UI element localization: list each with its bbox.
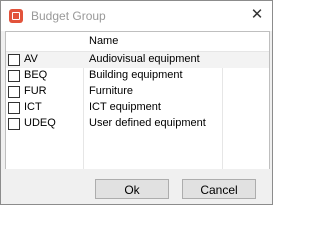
row-code: AV — [24, 53, 38, 65]
table-row[interactable]: FUR Furniture — [6, 84, 269, 100]
row-name: Audiovisual equipment — [89, 53, 200, 65]
title-bar: Budget Group ✕ — [1, 1, 272, 31]
row-code: BEQ — [24, 69, 48, 81]
table-row[interactable]: BEQ Building equipment — [6, 68, 269, 84]
window-title: Budget Group — [31, 9, 106, 23]
row-code: FUR — [24, 85, 47, 97]
name-column-header[interactable]: Name — [89, 35, 118, 47]
budget-group-table: Name AV Audiovisual equipment BEQ Buildi… — [5, 31, 270, 170]
row-checkbox[interactable] — [8, 118, 20, 130]
row-checkbox[interactable] — [8, 102, 20, 114]
app-icon — [9, 9, 23, 23]
table-row[interactable]: ICT ICT equipment — [6, 100, 269, 116]
close-icon[interactable]: ✕ — [248, 6, 266, 24]
row-checkbox[interactable] — [8, 86, 20, 98]
row-name: Furniture — [89, 85, 134, 97]
row-code: UDEQ — [24, 117, 56, 129]
dialog-footer: Ok Cancel — [1, 169, 272, 204]
ok-button[interactable]: Ok — [95, 179, 169, 199]
table-header: Name — [6, 32, 269, 52]
row-name: User defined equipment — [89, 117, 206, 129]
budget-group-dialog: Budget Group ✕ Name AV Audiovisual equip… — [0, 0, 273, 205]
row-checkbox[interactable] — [8, 70, 20, 82]
table-row[interactable]: UDEQ User defined equipment — [6, 116, 269, 132]
row-name: ICT equipment — [89, 101, 161, 113]
row-name: Building equipment — [89, 69, 183, 81]
cancel-button[interactable]: Cancel — [182, 179, 256, 199]
table-row[interactable]: AV Audiovisual equipment — [6, 52, 269, 68]
row-checkbox[interactable] — [8, 54, 20, 66]
row-code: ICT — [24, 101, 42, 113]
